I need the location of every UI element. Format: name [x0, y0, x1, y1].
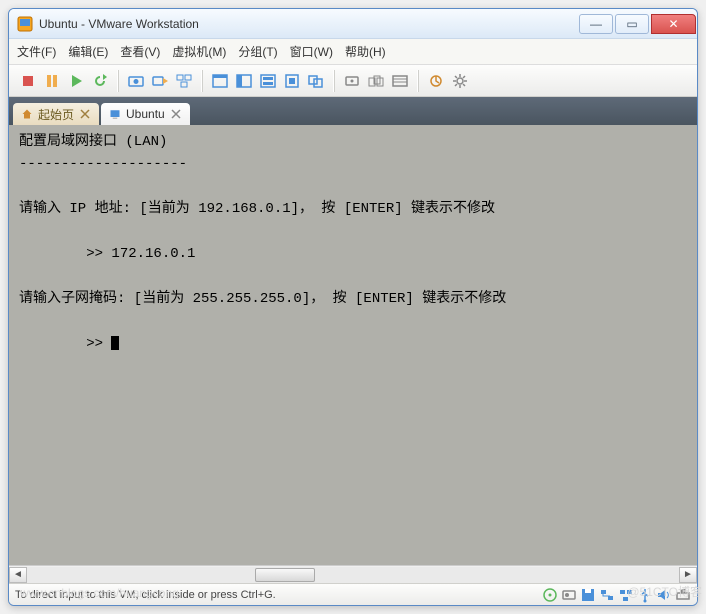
horizontal-scrollbar[interactable]: ◄ ►: [9, 565, 697, 583]
menu-edit[interactable]: 编辑(E): [68, 43, 108, 60]
close-button[interactable]: ✕: [651, 14, 696, 34]
view-summary-button[interactable]: [233, 70, 255, 92]
text-cursor: [111, 336, 119, 350]
vm-console[interactable]: 配置局域网接口 (LAN) -------------------- 请输入 I…: [9, 125, 697, 565]
titlebar[interactable]: Ubuntu - VMware Workstation — ▭ ✕: [9, 9, 697, 39]
fullscreen-button[interactable]: [281, 70, 303, 92]
window-title: Ubuntu - VMware Workstation: [39, 17, 199, 31]
snapshot-button[interactable]: [125, 70, 147, 92]
minimize-button[interactable]: —: [579, 14, 613, 34]
toolbar-separator: [201, 70, 203, 92]
tabs-button[interactable]: [365, 70, 387, 92]
console-line: 请输入子网掩码: [当前为 255.255.255.0]， 按 [ENTER] …: [19, 291, 506, 307]
network-icon[interactable]: [599, 587, 615, 603]
menu-help[interactable]: 帮助(H): [345, 43, 386, 60]
tab-label: Ubuntu: [126, 107, 165, 121]
stop-button[interactable]: [17, 70, 39, 92]
connect-device-button[interactable]: [425, 70, 447, 92]
toolbar-separator: [333, 70, 335, 92]
status-icons: [542, 587, 691, 603]
menu-view[interactable]: 查看(V): [120, 43, 160, 60]
console-line: 配置局域网接口 (LAN): [19, 134, 167, 150]
toolbar-separator: [117, 70, 119, 92]
view-appliance-button[interactable]: [257, 70, 279, 92]
snapshot-revert-button[interactable]: [149, 70, 171, 92]
status-text: To direct input to this VM, click inside…: [15, 589, 276, 601]
menu-file[interactable]: 文件(F): [17, 43, 56, 60]
menu-windows[interactable]: 窗口(W): [290, 43, 333, 60]
status-bar: To direct input to this VM, click inside…: [9, 583, 697, 605]
network2-icon[interactable]: [618, 587, 634, 603]
settings-button[interactable]: [449, 70, 471, 92]
menu-tabs[interactable]: 分组(T): [238, 43, 277, 60]
printer-icon[interactable]: [675, 587, 691, 603]
console-line: 请输入 IP 地址: [当前为 192.168.0.1]， 按 [ENTER] …: [19, 201, 495, 217]
tab-home[interactable]: 起始页: [13, 103, 99, 125]
play-button[interactable]: [65, 70, 87, 92]
toolbar-separator: [417, 70, 419, 92]
tab-ubuntu[interactable]: Ubuntu: [101, 103, 190, 125]
harddisk-icon[interactable]: [561, 587, 577, 603]
console-line: >> 172.16.0.1: [19, 246, 195, 262]
scroll-thumb[interactable]: [255, 568, 315, 582]
vmware-window: Ubuntu - VMware Workstation — ▭ ✕ 文件(F) …: [8, 8, 698, 606]
tab-label: 起始页: [38, 106, 74, 123]
unity-button[interactable]: [305, 70, 327, 92]
console-line: >>: [19, 336, 111, 352]
tab-strip: 起始页 Ubuntu: [9, 97, 697, 125]
close-tab-icon[interactable]: [170, 108, 182, 120]
console-line: --------------------: [19, 156, 187, 172]
vm-icon: [109, 108, 121, 120]
pause-button[interactable]: [41, 70, 63, 92]
menubar: 文件(F) 编辑(E) 查看(V) 虚拟机(M) 分组(T) 窗口(W) 帮助(…: [9, 39, 697, 65]
close-tab-icon[interactable]: [79, 108, 91, 120]
cdrom-icon[interactable]: [542, 587, 558, 603]
scroll-track[interactable]: [27, 567, 679, 583]
app-icon: [17, 16, 33, 32]
window-controls: — ▭ ✕: [578, 14, 697, 34]
snapshot-manager-button[interactable]: [173, 70, 195, 92]
usb-icon[interactable]: [637, 587, 653, 603]
quickswitch-button[interactable]: [341, 70, 363, 92]
view-console-button[interactable]: [209, 70, 231, 92]
sound-icon[interactable]: [656, 587, 672, 603]
toolbar: [9, 65, 697, 97]
floppy-icon[interactable]: [580, 587, 596, 603]
menu-vm[interactable]: 虚拟机(M): [172, 43, 226, 60]
scroll-right-button[interactable]: ►: [679, 567, 697, 583]
scroll-left-button[interactable]: ◄: [9, 567, 27, 583]
sidebar-button[interactable]: [389, 70, 411, 92]
maximize-button[interactable]: ▭: [615, 14, 649, 34]
restart-button[interactable]: [89, 70, 111, 92]
home-icon: [21, 108, 33, 120]
